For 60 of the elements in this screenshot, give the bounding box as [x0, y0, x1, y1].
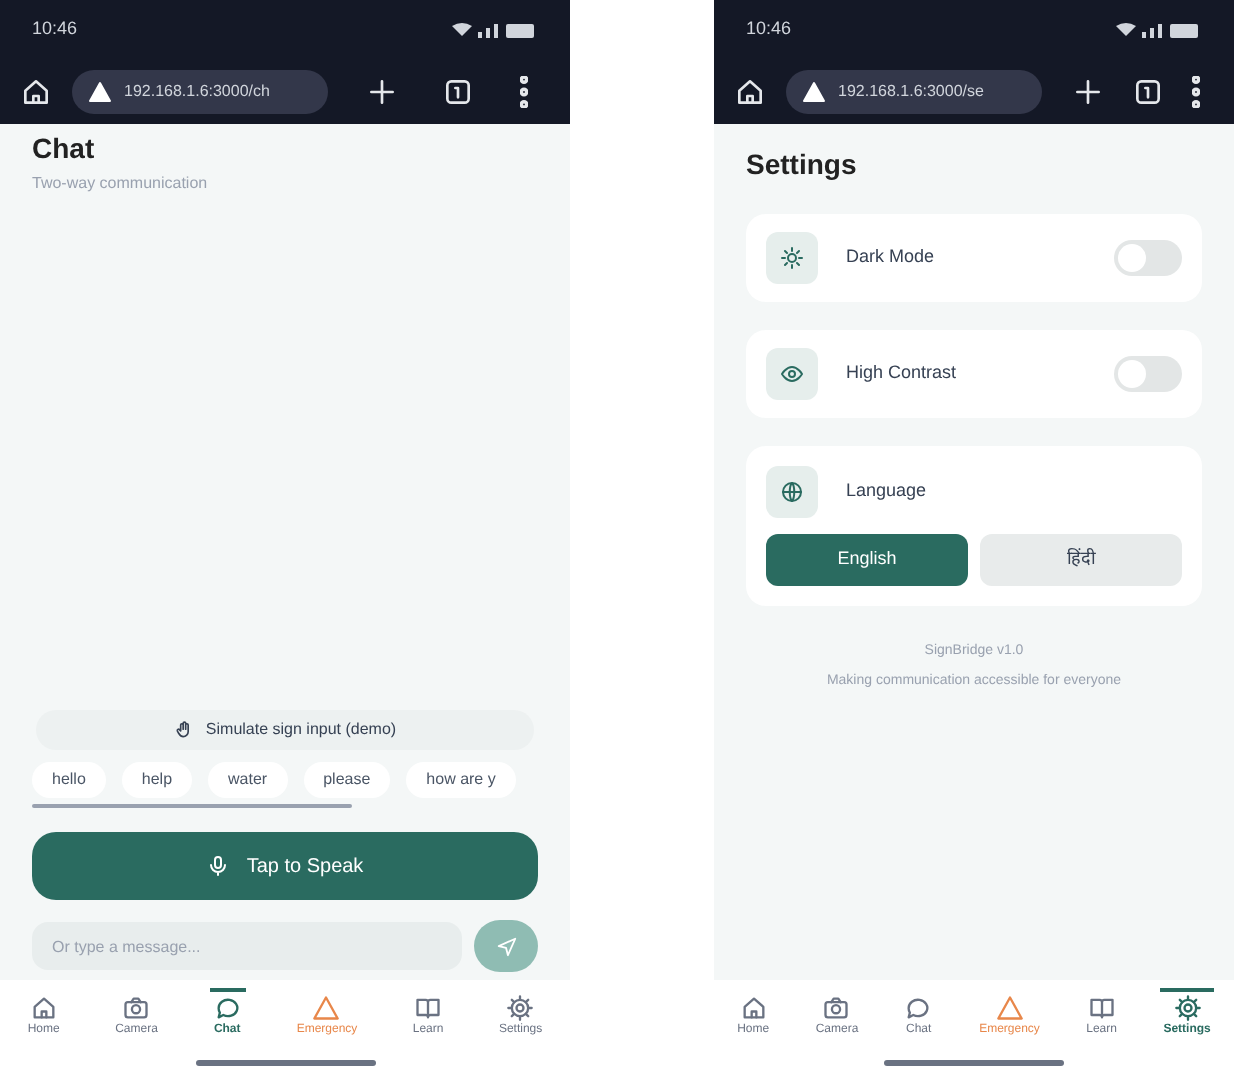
plus-icon [366, 76, 399, 108]
phrase-chip[interactable]: please [303, 762, 391, 798]
warning-triangle-icon [995, 993, 1024, 1021]
toggle-switch[interactable] [1114, 240, 1182, 276]
speak-button[interactable]: Tap to Speak [32, 832, 538, 900]
send-icon [495, 935, 517, 957]
language-option[interactable]: English [766, 534, 968, 586]
home-icon [739, 993, 768, 1021]
tabs-icon [1132, 76, 1164, 108]
menu-button[interactable] [1192, 76, 1200, 108]
setting-label: Dark Mode [846, 244, 937, 271]
phrase-chip[interactable]: help [121, 762, 193, 798]
page-title: Chat [32, 132, 97, 164]
status-time: 10:46 [32, 16, 78, 43]
eye-icon [780, 362, 804, 386]
new-tab-button[interactable] [366, 76, 399, 108]
warning-triangle-icon [312, 993, 341, 1021]
page-title: Settings [746, 146, 859, 184]
tabs-button[interactable] [1132, 76, 1164, 108]
phrase-chip[interactable]: water [208, 762, 288, 798]
signal-icons [1114, 20, 1202, 40]
toggle-switch[interactable] [1114, 356, 1182, 392]
address-bar[interactable]: 192.168.1.6:3000/ch [72, 70, 328, 114]
url-text: 192.168.1.6:3000/se [838, 80, 984, 104]
phrase-chip[interactable]: how are y [406, 762, 516, 798]
sun-icon [780, 246, 804, 270]
hand-icon [173, 720, 194, 740]
microphone-icon [206, 854, 231, 878]
camera-icon [122, 993, 151, 1021]
tabs-icon [442, 76, 475, 108]
menu-icon [519, 76, 528, 108]
menu-icon [1192, 76, 1200, 108]
url-text: 192.168.1.6:3000/ch [124, 80, 270, 104]
book-icon [414, 993, 443, 1021]
setting-label: High Contrast [846, 360, 959, 387]
settings-icon [1173, 993, 1202, 1021]
settings-icon [506, 993, 535, 1021]
message-field[interactable]: Or type a message... [32, 922, 462, 970]
plus-icon [1072, 76, 1104, 108]
new-tab-button[interactable] [1072, 76, 1104, 108]
language-option[interactable]: हिंदी [980, 534, 1182, 586]
warning-icon [802, 80, 826, 104]
status-time: 10:46 [746, 16, 792, 43]
globe-icon [780, 480, 804, 504]
home-icon [734, 76, 766, 108]
setting-label: Language [846, 478, 927, 505]
home-icon [20, 76, 52, 108]
phrase-chip[interactable]: hello [32, 762, 106, 798]
menu-button[interactable] [519, 76, 528, 108]
warning-icon [88, 80, 112, 104]
page-subtitle: Two-way communication [32, 172, 210, 196]
camera-icon [822, 993, 851, 1021]
simulate-sign-button[interactable]: Simulate sign input (demo) [36, 710, 534, 750]
speech-bubble-icon [904, 993, 933, 1021]
speech-bubble-icon [213, 993, 242, 1021]
book-icon [1087, 993, 1116, 1021]
address-bar[interactable]: 192.168.1.6:3000/se [786, 70, 1042, 114]
signal-icons [450, 20, 538, 40]
home-icon [29, 993, 58, 1021]
tabs-button[interactable] [442, 76, 475, 108]
